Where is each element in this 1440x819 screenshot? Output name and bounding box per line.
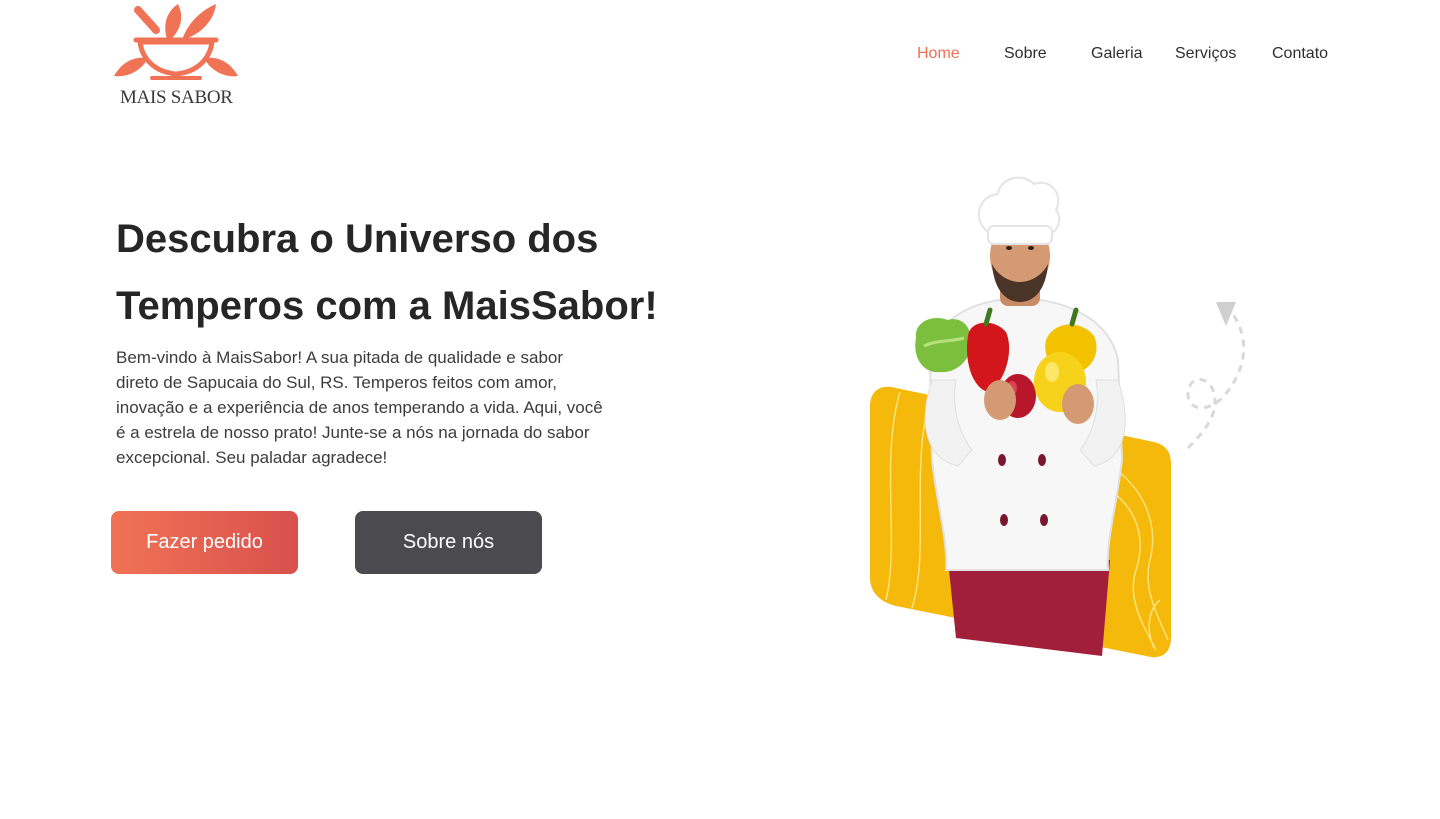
hero-illustration [860, 160, 1260, 680]
hero-title: Descubra o Universo dos Temperos com a M… [116, 217, 658, 328]
mortar-leaves-icon [114, 4, 238, 80]
nav-home[interactable]: Home [917, 45, 960, 63]
main-nav: Home Sobre Galeria Serviços Contato [0, 45, 1440, 69]
nav-contato[interactable]: Contato [1272, 45, 1328, 63]
hero-description: Bem-vindo à MaisSabor! A sua pitada de q… [116, 348, 603, 467]
nav-galeria[interactable]: Galeria [1091, 45, 1143, 63]
nav-servicos[interactable]: Serviços [1175, 45, 1236, 63]
order-button[interactable]: Fazer pedido [111, 511, 298, 574]
dashed-arrow-icon [1186, 309, 1246, 450]
arrow-head-icon [1216, 302, 1236, 326]
nav-sobre[interactable]: Sobre [1004, 45, 1047, 63]
chef-holding-vegetables [870, 176, 1246, 658]
about-button[interactable]: Sobre nós [355, 511, 542, 574]
brand-name: MAIS SABOR [120, 87, 233, 108]
